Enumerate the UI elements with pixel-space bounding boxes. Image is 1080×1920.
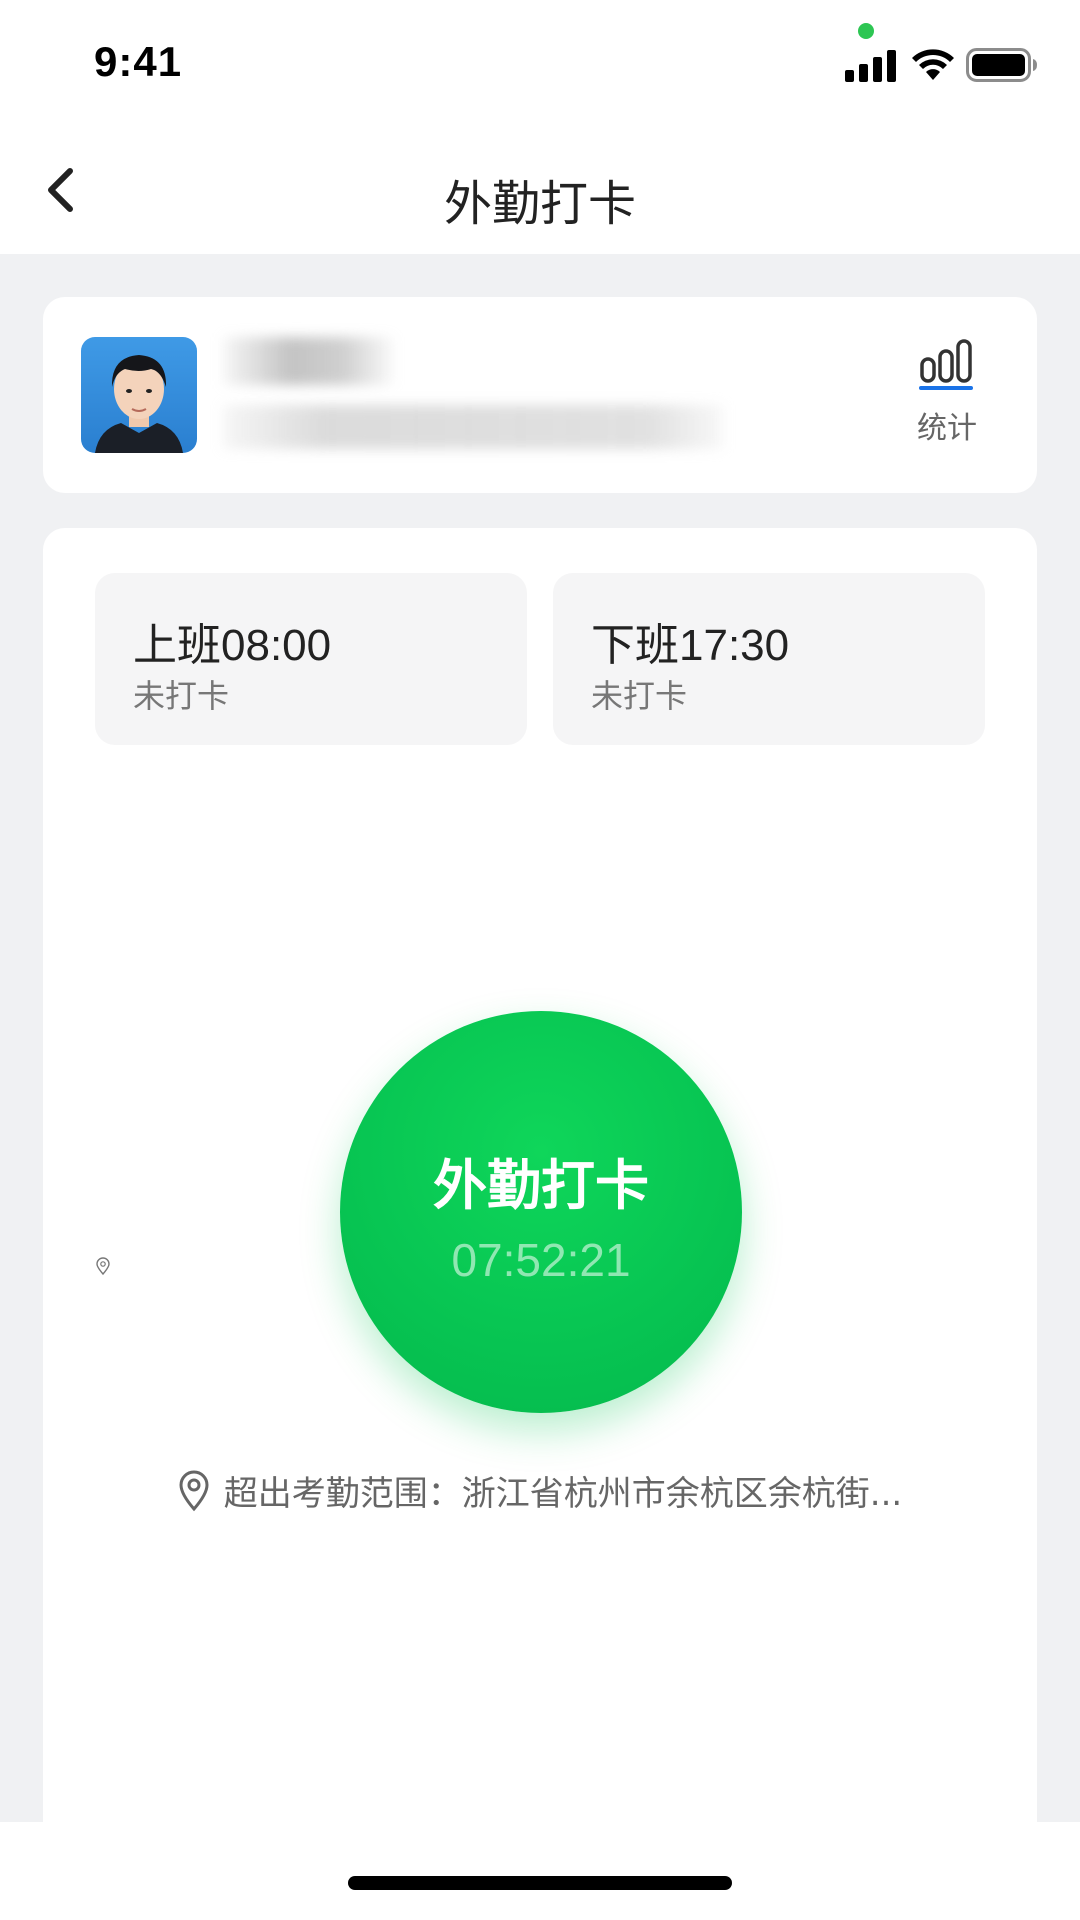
camera-indicator-dot [858,23,874,39]
punch-button[interactable]: 外勤打卡 07:52:21 [340,1011,742,1413]
status-bar: 9:41 [0,0,1080,130]
location-row[interactable]: 超出考勤范围：浙江省杭州市余杭区余杭街... [43,1466,1037,1515]
punch-button-label: 外勤打卡 [433,1154,649,1217]
profile-card: 统计 [43,297,1037,493]
page-title: 外勤打卡 [443,176,636,232]
location-pin-icon [179,1470,209,1511]
location-text: 超出考勤范围：浙江省杭州市余杭区余杭街... [223,1474,903,1514]
shift-start-box[interactable]: 上班08:00 未打卡 [95,573,527,745]
map-pin-icon [96,1257,110,1279]
stats-button[interactable]: 统计 [897,327,997,457]
stats-label: 统计 [917,411,977,446]
status-time: 9:41 [94,38,183,85]
bar-chart-icon [919,339,973,390]
home-indicator[interactable] [348,1876,732,1890]
shift-start-status: 未打卡 [133,677,230,715]
wifi-icon [910,46,956,86]
battery-icon [966,48,1038,86]
punch-card: 上班08:00 未打卡 下班17:30 未打卡 外勤打卡 07:52:21 超出… [43,528,1037,1920]
company-name-blurred [223,405,723,449]
shift-end-status: 未打卡 [591,677,688,715]
home-indicator-area [0,1822,1080,1920]
shift-end-time: 下班17:30 [591,621,790,670]
shift-start-time: 上班08:00 [133,621,332,670]
signal-icon [845,50,897,86]
punch-clock: 07:52:21 [451,1234,631,1286]
user-name-blurred [223,337,393,385]
shift-end-box[interactable]: 下班17:30 未打卡 [553,573,985,745]
nav-bar: 外勤打卡 [0,130,1080,254]
avatar [81,337,197,453]
